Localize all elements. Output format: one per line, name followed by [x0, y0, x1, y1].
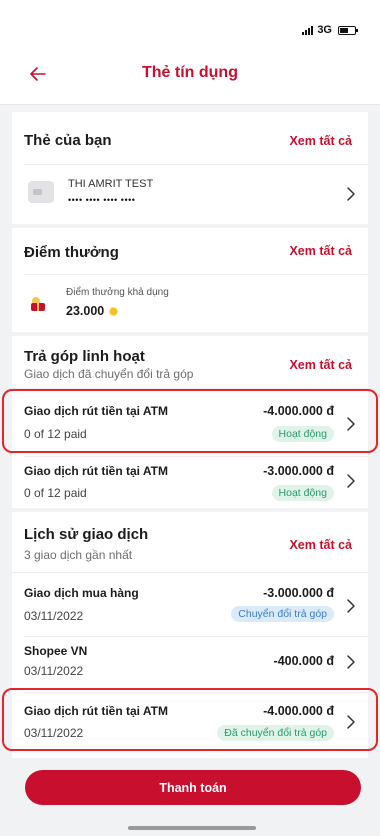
battery-icon [338, 25, 358, 35]
transaction-amount: -400.000 đ [273, 654, 334, 668]
transaction-date: 03/11/2022 [24, 609, 84, 623]
transaction-name: Shopee VN [24, 644, 88, 658]
chevron-right-icon [347, 187, 355, 201]
network-label: 3G [317, 24, 332, 36]
section-subtitle-history: 3 giao dịch gần nhất [24, 548, 133, 562]
list-item-transaction[interactable]: Shopee VN 03/11/2022 -400.000 đ [12, 636, 368, 700]
signal-icon [302, 25, 314, 35]
status-badge: Hoạt động [271, 485, 334, 501]
home-indicator [128, 826, 256, 830]
transaction-name: Giao dịch mua hàng [24, 586, 139, 600]
cards-section: Thẻ của bạn Xem tất cả THI AMRIT TEST ••… [12, 112, 368, 224]
installment-progress: 0 of 12 paid [24, 486, 87, 500]
transaction-date: 03/11/2022 [24, 664, 84, 678]
chevron-right-icon [347, 417, 355, 431]
transaction-history-section: Lịch sử giao dịch 3 giao dịch gần nhất X… [12, 512, 368, 758]
divider [24, 274, 368, 275]
credit-card-icon [28, 181, 54, 203]
chevron-right-icon [347, 715, 355, 729]
section-title-history: Lịch sử giao dịch [24, 526, 149, 543]
app-header: Thẻ tín dụng [0, 52, 380, 96]
transaction-date: 03/11/2022 [24, 726, 84, 740]
installment-see-all-link[interactable]: Xem tất cả [289, 358, 352, 372]
list-item-transaction[interactable]: Giao dịch rút tiền tại ATM 03/11/2022 -4… [12, 692, 368, 756]
section-title-points: Điểm thưởng [24, 244, 119, 261]
card-number-masked: •••• •••• •••• •••• [68, 195, 136, 205]
transaction-amount: -4.000.000 đ [263, 404, 334, 418]
chevron-right-icon [347, 474, 355, 488]
status-indicators: 3G [302, 24, 358, 36]
transaction-name: Giao dịch rút tiền tại ATM [24, 704, 168, 718]
points-value: 23.000 [66, 304, 105, 318]
status-badge: Chuyển đổi trả góp [231, 606, 334, 622]
section-title-cards: Thẻ của bạn [24, 132, 112, 149]
card-holder-name: THI AMRIT TEST [68, 178, 154, 190]
history-see-all-link[interactable]: Xem tất cả [289, 538, 352, 552]
transaction-name: Giao dịch rút tiền tại ATM [24, 464, 168, 478]
installment-section: Trả góp linh hoạt Giao dịch đã chuyển đổ… [12, 336, 368, 508]
status-bar: 3G [0, 0, 380, 44]
status-badge: Hoạt động [271, 426, 334, 442]
transaction-amount: -4.000.000 đ [263, 704, 334, 718]
transaction-amount: -3.000.000 đ [263, 464, 334, 478]
points-label: Điểm thưởng khả dụng [66, 287, 169, 298]
transaction-name: Giao dịch rút tiền tại ATM [24, 404, 168, 418]
credit-card-row[interactable]: THI AMRIT TEST •••• •••• •••• •••• [12, 168, 368, 220]
status-badge: Đã chuyển đổi trả góp [217, 725, 334, 741]
points-see-all-link[interactable]: Xem tất cả [289, 244, 352, 258]
coin-icon [109, 306, 119, 316]
divider [24, 456, 368, 457]
section-subtitle-installment: Giao dịch đã chuyển đổi trả góp [24, 367, 194, 381]
page-title: Thẻ tín dụng [142, 64, 238, 81]
chevron-right-icon [347, 599, 355, 613]
transaction-amount: -3.000.000 đ [263, 586, 334, 600]
cards-see-all-link[interactable]: Xem tất cả [289, 134, 352, 148]
gift-icon [28, 292, 50, 314]
divider [24, 164, 368, 165]
chevron-right-icon [347, 655, 355, 669]
points-section: Điểm thưởng Xem tất cả Điểm thưởng khả d… [12, 228, 368, 332]
list-item-installment[interactable]: Giao dịch rút tiền tại ATM 0 of 12 paid … [12, 458, 368, 508]
installment-progress: 0 of 12 paid [24, 427, 87, 441]
section-title-installment: Trả góp linh hoạt [24, 348, 145, 365]
list-item-transaction[interactable]: Giao dịch mua hàng 03/11/2022 -3.000.000… [12, 574, 368, 638]
pay-button[interactable]: Thanh toán [25, 770, 361, 805]
divider [12, 388, 368, 389]
list-item-installment[interactable]: Giao dịch rút tiền tại ATM 0 of 12 paid … [12, 392, 368, 456]
divider [12, 572, 368, 573]
